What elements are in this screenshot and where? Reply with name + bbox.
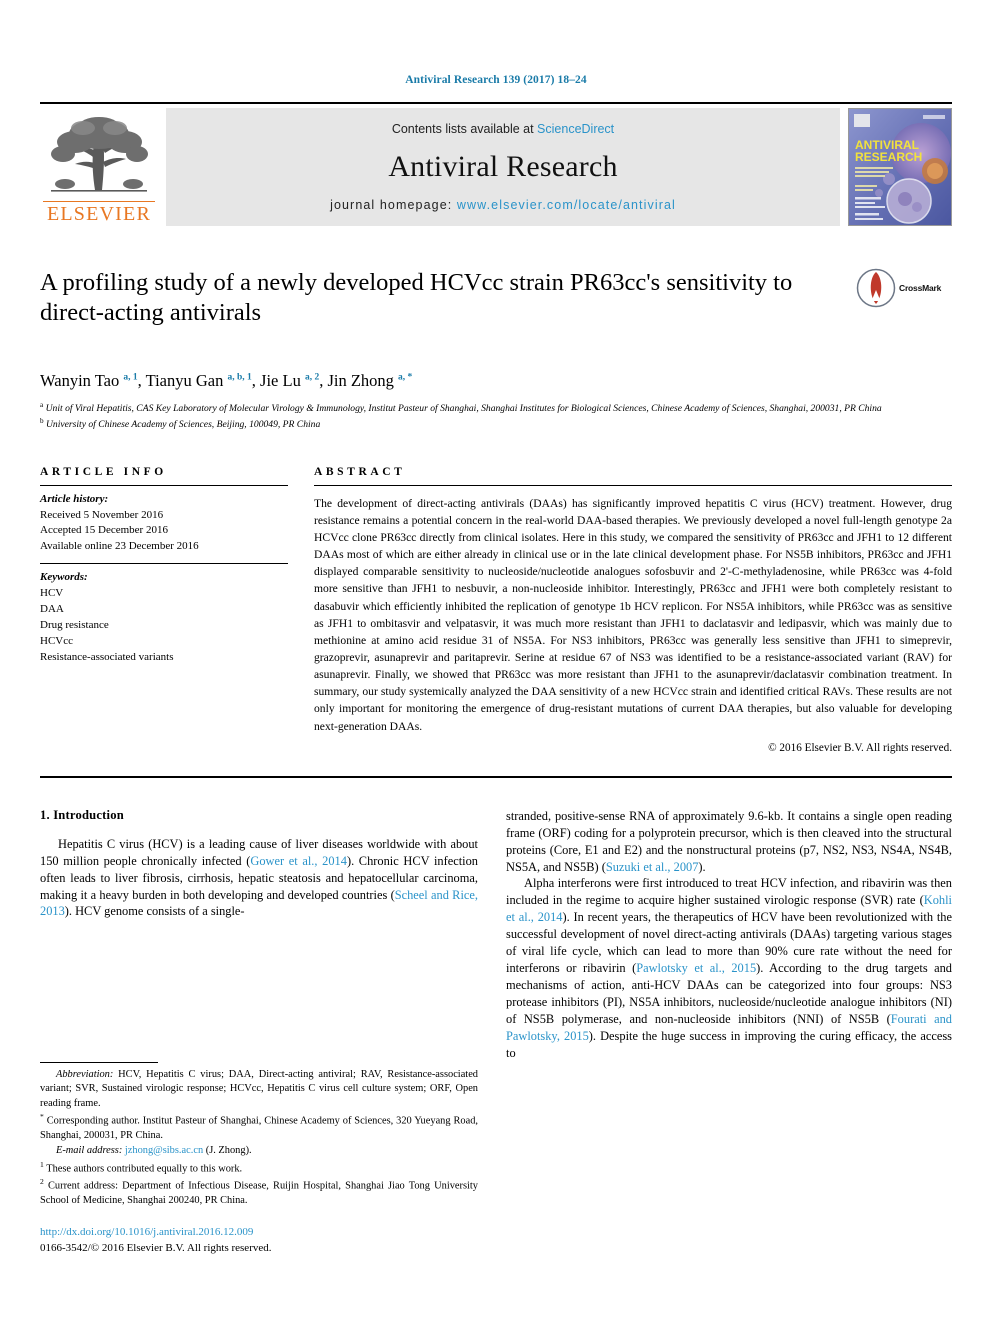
abstract-column: ABSTRACT The development of direct-actin… bbox=[314, 466, 952, 754]
body-column-left: 1. Introduction Hepatitis C virus (HCV) … bbox=[40, 808, 478, 1062]
article-info-column: ARTICLE INFO Article history: Received 5… bbox=[40, 466, 288, 754]
journal-title: Antiviral Research bbox=[388, 150, 618, 183]
footnote-note-1: 1 These authors contributed equally to t… bbox=[40, 1160, 478, 1177]
footnote-corresponding-text: Corresponding author. Institut Pasteur o… bbox=[40, 1115, 478, 1141]
asterisk-marker: * bbox=[40, 1112, 44, 1122]
masthead-center: Contents lists available at ScienceDirec… bbox=[166, 108, 840, 226]
footnote-marker-2: 2 bbox=[40, 1177, 44, 1187]
keyword-item: Resistance-associated variants bbox=[40, 651, 174, 664]
keywords-label: Keywords: bbox=[40, 571, 88, 584]
running-head: Antiviral Research 139 (2017) 18–24 bbox=[405, 74, 587, 86]
doi-line: http://dx.doi.org/10.1016/j.antiviral.20… bbox=[40, 1225, 272, 1241]
footnote-email-label: E-mail address: bbox=[56, 1145, 123, 1157]
info-abstract-row: ARTICLE INFO Article history: Received 5… bbox=[40, 466, 952, 754]
contents-prefix: Contents lists available at bbox=[391, 122, 538, 136]
citation-suzuki-2007[interactable]: Suzuki et al., 2007 bbox=[606, 860, 699, 874]
masthead-container: ELSEVIER Contents lists available at Sci… bbox=[40, 102, 952, 226]
affiliation-b: b University of Chinese Academy of Scien… bbox=[40, 416, 321, 430]
citation-pawlotsky-2015[interactable]: Pawlotsky et al., 2015 bbox=[636, 961, 756, 975]
page-title: A profiling study of a newly developed H… bbox=[40, 269, 793, 326]
title-block: A profiling study of a newly developed H… bbox=[40, 268, 952, 354]
article-info-heading: ARTICLE INFO bbox=[40, 465, 167, 478]
author-list: Wanyin Tao a, 1, Tianyu Gan a, b, 1, Jie… bbox=[40, 371, 413, 390]
keyword-item: Drug resistance bbox=[40, 619, 109, 632]
affiliation-a-text: Unit of Viral Hepatitis, CAS Key Laborat… bbox=[45, 403, 882, 415]
abstract-heading: ABSTRACT bbox=[314, 465, 406, 478]
history-received: Received 5 November 2016 bbox=[40, 508, 164, 521]
journal-cover-thumbnail: ANTIVIRAL RESEARCH bbox=[848, 108, 952, 226]
intro-left-post: ). HCV genome consists of a single- bbox=[64, 904, 245, 919]
journal-homepage-line: journal homepage: www.elsevier.com/locat… bbox=[330, 198, 676, 212]
affiliation-b-text: University of Chinese Academy of Science… bbox=[46, 418, 321, 430]
abstract-text: The development of direct-acting antivir… bbox=[314, 496, 952, 733]
footnote-corresponding-author: * Corresponding author. Institut Pasteur… bbox=[40, 1112, 478, 1143]
masthead: ELSEVIER Contents lists available at Sci… bbox=[40, 108, 952, 226]
history-accepted: Accepted 15 December 2016 bbox=[40, 524, 168, 537]
footnotes-block: Abbreviation: HCV, Hepatitis C virus; DA… bbox=[40, 1062, 478, 1210]
journal-homepage-link[interactable]: www.elsevier.com/locate/antiviral bbox=[457, 198, 676, 212]
affiliation-a: a Unit of Viral Hepatitis, CAS Key Labor… bbox=[40, 401, 882, 415]
elsevier-tree-icon bbox=[51, 117, 148, 192]
footnote-note-2: 2 Current address: Department of Infecti… bbox=[40, 1177, 478, 1208]
crossmark-badge[interactable]: CrossMark bbox=[856, 262, 952, 314]
body-columns: 1. Introduction Hepatitis C virus (HCV) … bbox=[40, 808, 952, 1062]
email-link[interactable]: jzhong@sibs.ac.cn bbox=[125, 1145, 203, 1156]
masthead-top-rule bbox=[40, 102, 952, 104]
issn-copyright-line: 0166-3542/© 2016 Elsevier B.V. All right… bbox=[40, 1241, 272, 1254]
intro-right1-post: ). bbox=[698, 859, 706, 874]
footnote-note-2-text: Current address: Department of Infectiou… bbox=[40, 1180, 478, 1207]
intro-paragraph-right-2: Alpha interferons were first introduced … bbox=[506, 875, 952, 1061]
keywords-block: Keywords: HCV DAA Drug resistance HCVcc … bbox=[40, 564, 288, 666]
intro-right2-pre: Alpha interferons were first introduced … bbox=[506, 876, 952, 908]
footnote-marker-1: 1 bbox=[40, 1159, 44, 1169]
intro-right1-pre: stranded, positive-sense RNA of approxim… bbox=[506, 808, 952, 874]
doi-block: http://dx.doi.org/10.1016/j.antiviral.20… bbox=[40, 1225, 272, 1257]
body-column-right: stranded, positive-sense RNA of approxim… bbox=[506, 808, 952, 1062]
contents-available-line: Contents lists available at ScienceDirec… bbox=[392, 122, 614, 136]
intro-paragraph-right-1: stranded, positive-sense RNA of approxim… bbox=[506, 808, 952, 876]
abstract-copyright: © 2016 Elsevier B.V. All rights reserved… bbox=[768, 741, 952, 754]
footnote-email-suffix: (J. Zhong). bbox=[203, 1145, 252, 1157]
elsevier-logo: ELSEVIER bbox=[40, 108, 158, 226]
intro-paragraph-left: Hepatitis C virus (HCV) is a leading cau… bbox=[40, 836, 478, 921]
elsevier-wordmark: ELSEVIER bbox=[43, 201, 155, 224]
footnote-abbrev-label: Abbreviation: bbox=[56, 1069, 114, 1080]
citation-gower-2014[interactable]: Gower et al., 2014 bbox=[250, 854, 347, 868]
footnote-abbreviations: Abbreviation: HCV, Hepatitis C virus; DA… bbox=[40, 1068, 478, 1111]
article-history-block: Article history: Received 5 November 201… bbox=[40, 486, 288, 556]
sciencedirect-link[interactable]: ScienceDirect bbox=[537, 122, 614, 136]
section-divider bbox=[40, 775, 952, 778]
footnote-note-1-text: These authors contributed equally to thi… bbox=[46, 1163, 243, 1175]
affiliations: a Unit of Viral Hepatitis, CAS Key Labor… bbox=[40, 400, 952, 432]
crossmark-icon bbox=[856, 268, 896, 308]
keyword-item: HCV bbox=[40, 587, 64, 600]
paper-page: Antiviral Research 139 (2017) 18–24 ELSE… bbox=[0, 0, 992, 1323]
crossmark-label: CrossMark bbox=[899, 283, 942, 293]
keyword-item: HCVcc bbox=[40, 635, 73, 648]
doi-link[interactable]: http://dx.doi.org/10.1016/j.antiviral.20… bbox=[40, 1226, 253, 1238]
keyword-item: DAA bbox=[40, 603, 64, 616]
introduction-heading: 1. Introduction bbox=[40, 807, 124, 822]
history-available-online: Available online 23 December 2016 bbox=[40, 540, 199, 553]
cover-title-line2: RESEARCH bbox=[855, 150, 922, 164]
article-history-label: Article history: bbox=[40, 492, 109, 505]
journal-cover-image: ANTIVIRAL RESEARCH bbox=[849, 109, 951, 225]
footnote-email: E-mail address: jzhong@sibs.ac.cn (J. Zh… bbox=[40, 1144, 478, 1158]
homepage-prefix: journal homepage: bbox=[330, 198, 457, 212]
footnote-rule bbox=[40, 1062, 158, 1063]
